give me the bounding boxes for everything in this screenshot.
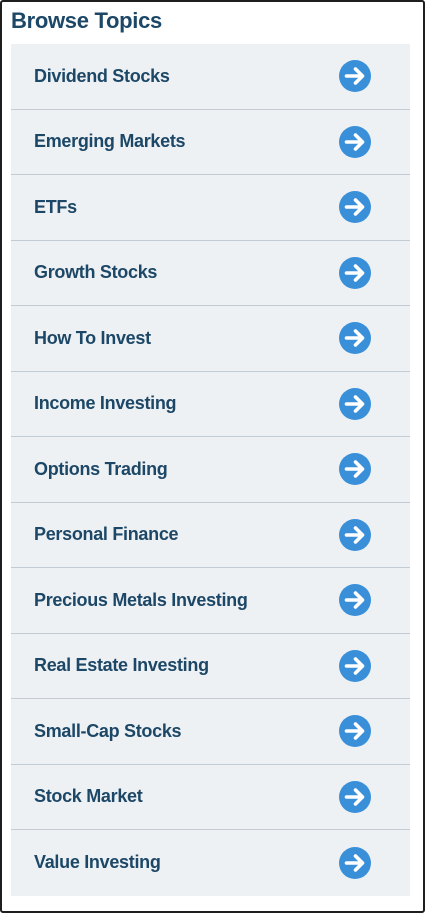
topic-item-dividend-stocks[interactable]: Dividend Stocks [11,44,410,110]
topic-item-income-investing[interactable]: Income Investing [11,371,410,437]
topic-item-value-investing[interactable]: Value Investing [11,830,410,896]
topic-item-personal-finance[interactable]: Personal Finance [11,502,410,568]
topic-item-etfs[interactable]: ETFs [11,175,410,241]
widget-title: Browse Topics [11,8,162,33]
topic-label: Options Trading [34,458,168,479]
topic-label: Growth Stocks [34,262,158,283]
topic-label: Real Estate Investing [34,655,209,676]
arrow-right-circle-icon[interactable] [339,453,371,486]
arrow-right-circle-icon[interactable] [339,256,371,289]
arrow-right-circle-icon[interactable] [339,191,371,224]
topic-item-real-estate-investing[interactable]: Real Estate Investing [11,633,410,699]
topic-item-how-to-invest[interactable]: How To Invest [11,306,410,372]
topic-item-small-cap-stocks[interactable]: Small-Cap Stocks [11,699,410,765]
topic-label: Income Investing [34,393,177,414]
topic-label: Stock Market [34,786,143,807]
arrow-right-circle-icon[interactable] [339,780,371,813]
arrow-right-circle-icon[interactable] [339,649,371,682]
arrow-right-circle-icon[interactable] [339,846,371,879]
topic-item-stock-market[interactable]: Stock Market [11,764,410,830]
arrow-right-circle-icon[interactable] [339,584,371,617]
arrow-right-circle-icon[interactable] [339,322,371,355]
browse-topics-widget: Browse Topics Dividend Stocks Emerging M… [0,0,425,913]
topic-label: ETFs [34,196,77,217]
arrow-right-circle-icon[interactable] [339,387,371,420]
topic-label: Dividend Stocks [34,65,170,86]
topic-list: Dividend Stocks Emerging Markets ETFs Gr… [11,44,410,896]
arrow-right-circle-icon[interactable] [339,715,371,748]
topic-item-emerging-markets[interactable]: Emerging Markets [11,109,410,175]
topic-label: Personal Finance [34,524,179,545]
topic-label: Value Investing [34,852,161,873]
arrow-right-circle-icon[interactable] [339,60,371,93]
topic-label: Precious Metals Investing [34,589,248,610]
topic-item-growth-stocks[interactable]: Growth Stocks [11,240,410,306]
topic-label: Small-Cap Stocks [34,720,182,741]
topic-label: How To Invest [34,327,151,348]
topic-label: Emerging Markets [34,131,186,152]
topic-item-options-trading[interactable]: Options Trading [11,437,410,503]
topic-item-precious-metals-investing[interactable]: Precious Metals Investing [11,568,410,634]
arrow-right-circle-icon[interactable] [339,125,371,158]
arrow-right-circle-icon[interactable] [339,518,371,551]
